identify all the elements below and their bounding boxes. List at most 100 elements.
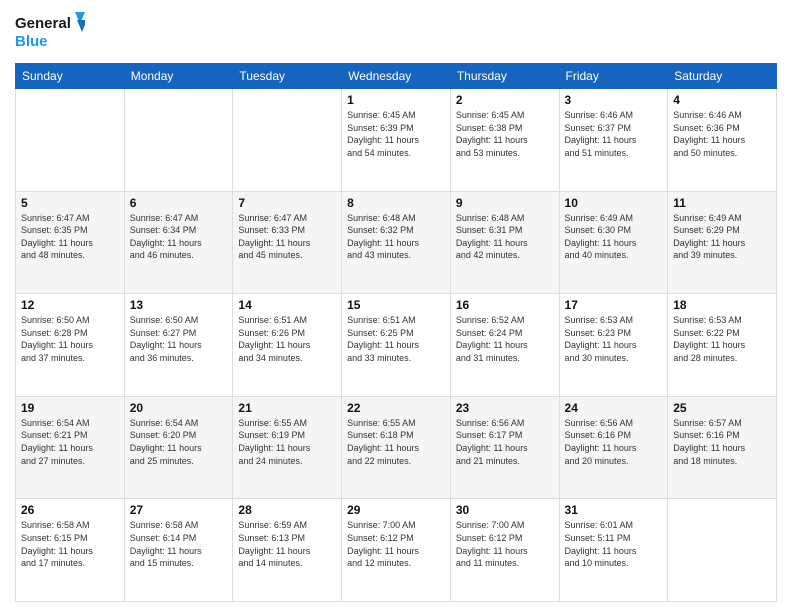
day-number: 18 — [673, 298, 771, 312]
day-info: Sunrise: 6:53 AM Sunset: 6:22 PM Dayligh… — [673, 314, 771, 364]
calendar-cell: 7 Sunrise: 6:47 AM Sunset: 6:33 PM Daylig… — [233, 191, 342, 294]
calendar-cell: 16 Sunrise: 6:52 AM Sunset: 6:24 PM Dayli… — [450, 294, 559, 397]
day-info: Sunrise: 6:01 AM Sunset: 5:11 PM Dayligh… — [565, 519, 663, 569]
calendar-cell: 25 Sunrise: 6:57 AM Sunset: 6:16 PM Dayli… — [668, 396, 777, 499]
calendar-cell: 6 Sunrise: 6:47 AM Sunset: 6:34 PM Daylig… — [124, 191, 233, 294]
day-info: Sunrise: 6:56 AM Sunset: 6:16 PM Dayligh… — [565, 417, 663, 467]
calendar-cell: 22 Sunrise: 6:55 AM Sunset: 6:18 PM Dayli… — [342, 396, 451, 499]
calendar-cell: 2 Sunrise: 6:45 AM Sunset: 6:38 PM Daylig… — [450, 89, 559, 192]
day-info: Sunrise: 6:52 AM Sunset: 6:24 PM Dayligh… — [456, 314, 554, 364]
day-number: 19 — [21, 401, 119, 415]
day-info: Sunrise: 6:53 AM Sunset: 6:23 PM Dayligh… — [565, 314, 663, 364]
day-number: 10 — [565, 196, 663, 210]
day-number: 29 — [347, 503, 445, 517]
day-info: Sunrise: 6:45 AM Sunset: 6:38 PM Dayligh… — [456, 109, 554, 159]
day-number: 20 — [130, 401, 228, 415]
day-info: Sunrise: 6:47 AM Sunset: 6:33 PM Dayligh… — [238, 212, 336, 262]
day-header-thursday: Thursday — [450, 64, 559, 89]
page: General Blue SundayMondayTuesdayWednesda… — [0, 0, 792, 612]
day-number: 16 — [456, 298, 554, 312]
calendar-cell: 8 Sunrise: 6:48 AM Sunset: 6:32 PM Daylig… — [342, 191, 451, 294]
day-info: Sunrise: 6:58 AM Sunset: 6:15 PM Dayligh… — [21, 519, 119, 569]
day-info: Sunrise: 6:55 AM Sunset: 6:18 PM Dayligh… — [347, 417, 445, 467]
day-info: Sunrise: 6:54 AM Sunset: 6:21 PM Dayligh… — [21, 417, 119, 467]
day-number: 22 — [347, 401, 445, 415]
calendar-cell: 31Sunrise: 6:01 AM Sunset: 5:11 PM Dayli… — [559, 499, 668, 602]
day-number: 17 — [565, 298, 663, 312]
day-number: 30 — [456, 503, 554, 517]
calendar-week-2: 5Sunrise: 6:47 AM Sunset: 6:35 PM Daylig… — [16, 191, 777, 294]
day-number: 6 — [130, 196, 228, 210]
day-info: Sunrise: 6:59 AM Sunset: 6:13 PM Dayligh… — [238, 519, 336, 569]
day-number: 3 — [565, 93, 663, 107]
svg-text:Blue: Blue — [15, 33, 48, 50]
day-info: Sunrise: 6:51 AM Sunset: 6:25 PM Dayligh… — [347, 314, 445, 364]
calendar-cell: 3 Sunrise: 6:46 AM Sunset: 6:37 PM Daylig… — [559, 89, 668, 192]
day-number: 2 — [456, 93, 554, 107]
day-header-wednesday: Wednesday — [342, 64, 451, 89]
calendar-cell: 5Sunrise: 6:47 AM Sunset: 6:35 PM Daylig… — [16, 191, 125, 294]
day-number: 24 — [565, 401, 663, 415]
day-info: Sunrise: 6:48 AM Sunset: 6:31 PM Dayligh… — [456, 212, 554, 262]
calendar-cell: 19 Sunrise: 6:54 AM Sunset: 6:21 PM Dayli… — [16, 396, 125, 499]
day-header-monday: Monday — [124, 64, 233, 89]
day-info: Sunrise: 6:48 AM Sunset: 6:32 PM Dayligh… — [347, 212, 445, 262]
day-info: Sunrise: 6:56 AM Sunset: 6:17 PM Dayligh… — [456, 417, 554, 467]
day-number: 23 — [456, 401, 554, 415]
calendar-cell: 17 Sunrise: 6:53 AM Sunset: 6:23 PM Dayli… — [559, 294, 668, 397]
day-info: Sunrise: 6:47 AM Sunset: 6:34 PM Dayligh… — [130, 212, 228, 262]
svg-text:General: General — [15, 15, 71, 32]
calendar-cell: 30Sunrise: 7:00 AM Sunset: 6:12 PM Dayli… — [450, 499, 559, 602]
calendar-cell — [124, 89, 233, 192]
calendar-cell: 28 Sunrise: 6:59 AM Sunset: 6:13 PM Dayli… — [233, 499, 342, 602]
day-info: Sunrise: 6:55 AM Sunset: 6:19 PM Dayligh… — [238, 417, 336, 467]
calendar-cell: 10 Sunrise: 6:49 AM Sunset: 6:30 PM Dayli… — [559, 191, 668, 294]
calendar-week-5: 26 Sunrise: 6:58 AM Sunset: 6:15 PM Dayli… — [16, 499, 777, 602]
calendar-body: 1Sunrise: 6:45 AM Sunset: 6:39 PM Daylig… — [16, 89, 777, 602]
day-number: 11 — [673, 196, 771, 210]
day-number: 14 — [238, 298, 336, 312]
day-number: 15 — [347, 298, 445, 312]
day-number: 9 — [456, 196, 554, 210]
day-number: 25 — [673, 401, 771, 415]
day-number: 12 — [21, 298, 119, 312]
calendar-header: SundayMondayTuesdayWednesdayThursdayFrid… — [16, 64, 777, 89]
calendar-cell — [16, 89, 125, 192]
day-info: Sunrise: 6:49 AM Sunset: 6:30 PM Dayligh… — [565, 212, 663, 262]
day-number: 13 — [130, 298, 228, 312]
day-info: Sunrise: 6:46 AM Sunset: 6:37 PM Dayligh… — [565, 109, 663, 159]
day-info: Sunrise: 6:54 AM Sunset: 6:20 PM Dayligh… — [130, 417, 228, 467]
day-header-saturday: Saturday — [668, 64, 777, 89]
day-info: Sunrise: 6:57 AM Sunset: 6:16 PM Dayligh… — [673, 417, 771, 467]
calendar-table: SundayMondayTuesdayWednesdayThursdayFrid… — [15, 63, 777, 602]
calendar-cell: 11Sunrise: 6:49 AM Sunset: 6:29 PM Dayli… — [668, 191, 777, 294]
header-row: SundayMondayTuesdayWednesdayThursdayFrid… — [16, 64, 777, 89]
calendar-cell: 1Sunrise: 6:45 AM Sunset: 6:39 PM Daylig… — [342, 89, 451, 192]
day-number: 8 — [347, 196, 445, 210]
day-number: 7 — [238, 196, 336, 210]
day-number: 28 — [238, 503, 336, 517]
day-info: Sunrise: 6:50 AM Sunset: 6:27 PM Dayligh… — [130, 314, 228, 364]
day-number: 4 — [673, 93, 771, 107]
header: General Blue — [15, 10, 777, 55]
calendar-cell: 4 Sunrise: 6:46 AM Sunset: 6:36 PM Daylig… — [668, 89, 777, 192]
calendar-cell — [233, 89, 342, 192]
calendar-cell: 15 Sunrise: 6:51 AM Sunset: 6:25 PM Dayli… — [342, 294, 451, 397]
calendar-cell: 29 Sunrise: 7:00 AM Sunset: 6:12 PM Dayli… — [342, 499, 451, 602]
calendar-cell: 27 Sunrise: 6:58 AM Sunset: 6:14 PM Dayli… — [124, 499, 233, 602]
day-number: 27 — [130, 503, 228, 517]
calendar-cell: 13 Sunrise: 6:50 AM Sunset: 6:27 PM Dayli… — [124, 294, 233, 397]
day-number: 26 — [21, 503, 119, 517]
day-info: Sunrise: 7:00 AM Sunset: 6:12 PM Dayligh… — [347, 519, 445, 569]
calendar-cell: 9 Sunrise: 6:48 AM Sunset: 6:31 PM Daylig… — [450, 191, 559, 294]
calendar-cell: 21Sunrise: 6:55 AM Sunset: 6:19 PM Dayli… — [233, 396, 342, 499]
day-info: Sunrise: 6:50 AM Sunset: 6:28 PM Dayligh… — [21, 314, 119, 364]
day-info: Sunrise: 6:46 AM Sunset: 6:36 PM Dayligh… — [673, 109, 771, 159]
calendar-cell — [668, 499, 777, 602]
calendar-cell: 26 Sunrise: 6:58 AM Sunset: 6:15 PM Dayli… — [16, 499, 125, 602]
logo-svg: General Blue — [15, 10, 85, 55]
day-info: Sunrise: 6:51 AM Sunset: 6:26 PM Dayligh… — [238, 314, 336, 364]
calendar-cell: 12 Sunrise: 6:50 AM Sunset: 6:28 PM Dayli… — [16, 294, 125, 397]
day-info: Sunrise: 6:58 AM Sunset: 6:14 PM Dayligh… — [130, 519, 228, 569]
day-header-tuesday: Tuesday — [233, 64, 342, 89]
